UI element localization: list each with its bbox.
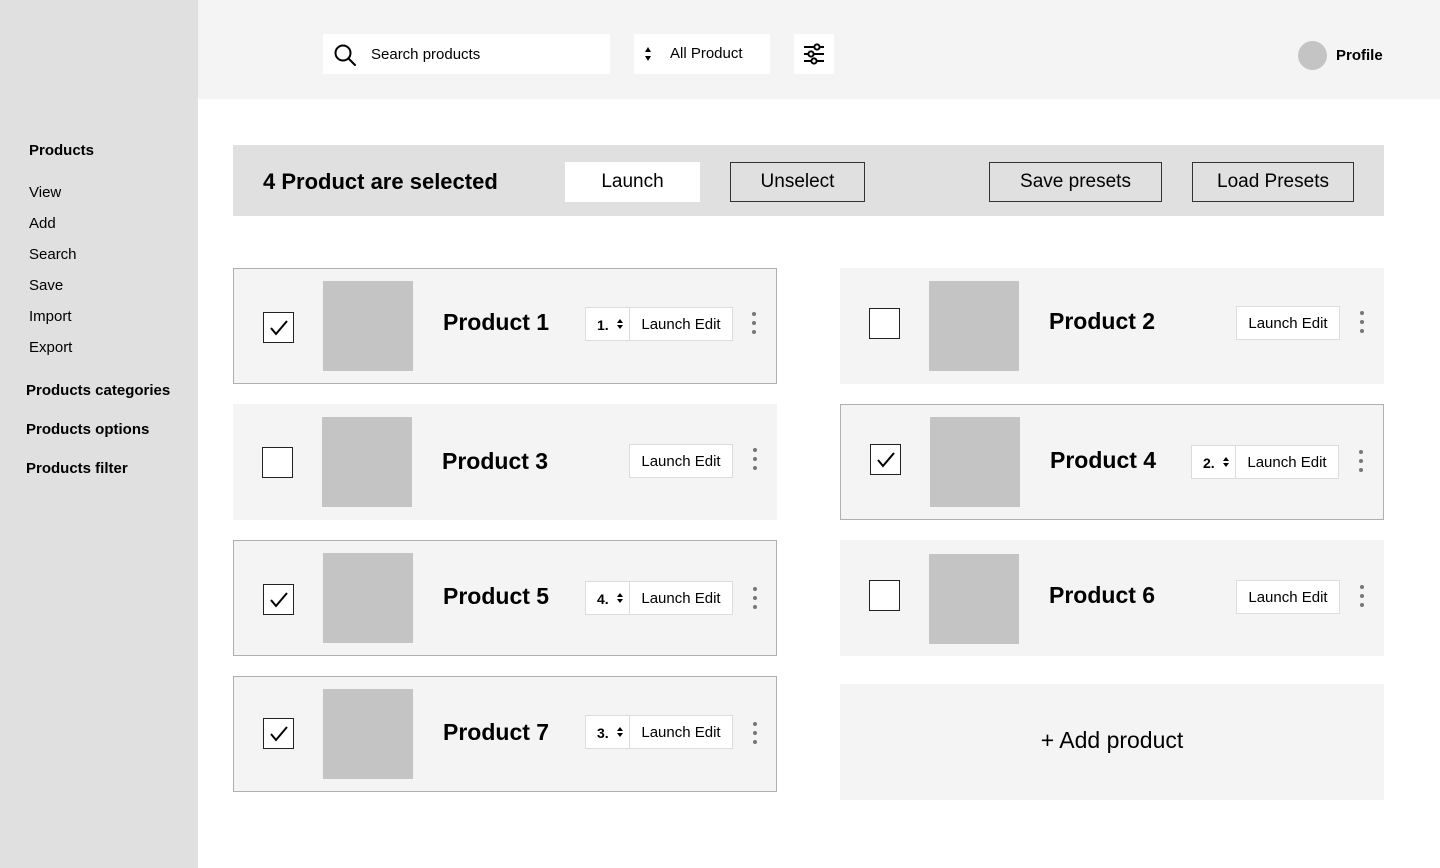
- launch-edit-button[interactable]: Launch Edit: [629, 444, 733, 478]
- unselect-button[interactable]: Unselect: [730, 162, 865, 202]
- stepper-arrows-icon: [1223, 457, 1229, 467]
- sidebar-section-products-filter[interactable]: Products filter: [26, 460, 128, 477]
- more-options-icon[interactable]: [1354, 582, 1370, 612]
- sidebar-item-save[interactable]: Save: [29, 277, 63, 294]
- launch-edit-button[interactable]: Launch Edit: [629, 581, 733, 615]
- product-thumbnail: [929, 554, 1019, 644]
- product-name: Product 6: [1049, 582, 1156, 608]
- launch-button[interactable]: Launch: [565, 162, 700, 202]
- product-thumbnail: [323, 689, 413, 779]
- product-filter-select[interactable]: All Product: [634, 34, 770, 74]
- product-checkbox[interactable]: [262, 447, 293, 478]
- filter-settings-button[interactable]: [794, 34, 834, 74]
- launch-edit-button[interactable]: Launch Edit: [1236, 580, 1340, 614]
- product-name: Product 5: [443, 583, 550, 609]
- sidebar-item-search[interactable]: Search: [29, 246, 77, 263]
- order-number: 4.: [597, 591, 609, 607]
- sidebar-item-add[interactable]: Add: [29, 215, 56, 232]
- product-checkbox[interactable]: [263, 312, 294, 343]
- profile-menu[interactable]: Profile: [1298, 40, 1383, 70]
- more-options-icon[interactable]: [747, 584, 763, 614]
- product-name: Product 2: [1049, 308, 1156, 334]
- product-thumbnail: [322, 417, 412, 507]
- product-thumbnail: [930, 417, 1020, 507]
- more-options-icon[interactable]: [747, 445, 763, 475]
- product-card: Product 7 3. Launch Edit: [233, 676, 777, 792]
- order-number: 2.: [1203, 455, 1215, 471]
- product-thumbnail: [323, 553, 413, 643]
- search-box[interactable]: [323, 34, 610, 74]
- profile-label: Profile: [1336, 46, 1383, 64]
- product-checkbox[interactable]: [263, 584, 294, 615]
- add-product-label: + Add product: [1040, 727, 1184, 753]
- launch-edit-button[interactable]: Launch Edit: [629, 715, 733, 749]
- launch-edit-button[interactable]: Launch Edit: [629, 307, 733, 341]
- sidebar-item-export[interactable]: Export: [29, 339, 72, 356]
- product-card: Product 4 2. Launch Edit: [840, 404, 1384, 520]
- selection-count-text: 4 Product are selected: [263, 169, 498, 194]
- product-checkbox[interactable]: [263, 718, 294, 749]
- select-value: All Product: [670, 45, 743, 62]
- sidebar-item-import[interactable]: Import: [29, 308, 72, 325]
- checkmark-icon: [270, 726, 288, 742]
- launch-edit-button[interactable]: Launch Edit: [1235, 445, 1339, 479]
- stepper-arrows-icon: [617, 319, 623, 329]
- checkmark-icon: [877, 452, 895, 468]
- load-presets-button[interactable]: Load Presets: [1192, 162, 1354, 202]
- order-number: 3.: [597, 725, 609, 741]
- search-icon: [334, 44, 356, 66]
- sidebar-item-view[interactable]: View: [29, 184, 61, 201]
- product-checkbox[interactable]: [870, 444, 901, 475]
- selection-bar: 4 Product are selected Launch Unselect S…: [233, 145, 1384, 216]
- checkmark-icon: [270, 320, 288, 336]
- product-card: Product 2 Launch Edit: [840, 268, 1384, 384]
- product-card: Product 1 1. Launch Edit: [233, 268, 777, 384]
- more-options-icon[interactable]: [1354, 308, 1370, 338]
- stepper-arrows-icon: [617, 593, 623, 603]
- order-stepper[interactable]: 4.: [585, 581, 630, 615]
- sidebar-section-products[interactable]: Products: [29, 142, 94, 159]
- avatar: [1298, 40, 1327, 70]
- more-options-icon[interactable]: [746, 309, 762, 339]
- sidebar: Products View Add Search Save Import Exp…: [0, 0, 198, 868]
- order-stepper[interactable]: 1.: [585, 307, 630, 341]
- sliders-icon: [804, 43, 824, 65]
- sort-arrows-icon: [645, 47, 651, 61]
- product-card: Product 6 Launch Edit: [840, 540, 1384, 656]
- launch-edit-button[interactable]: Launch Edit: [1236, 306, 1340, 340]
- product-name: Product 3: [442, 448, 549, 474]
- product-name: Product 1: [443, 309, 550, 335]
- product-thumbnail: [929, 281, 1019, 371]
- product-checkbox[interactable]: [869, 580, 900, 611]
- order-stepper[interactable]: 2.: [1191, 445, 1236, 479]
- add-product-button[interactable]: + Add product: [840, 684, 1384, 800]
- product-name: Product 7: [443, 719, 550, 745]
- product-checkbox[interactable]: [869, 308, 900, 339]
- stepper-arrows-icon: [617, 727, 623, 737]
- sidebar-section-products-categories[interactable]: Products categories: [26, 382, 170, 399]
- product-card: Product 3 Launch Edit: [233, 404, 777, 520]
- product-thumbnail: [323, 281, 413, 371]
- product-name: Product 4: [1050, 447, 1157, 473]
- save-presets-button[interactable]: Save presets: [989, 162, 1162, 202]
- more-options-icon[interactable]: [1353, 447, 1369, 477]
- sidebar-section-products-options[interactable]: Products options: [26, 421, 149, 438]
- search-input[interactable]: [371, 34, 601, 74]
- checkmark-icon: [270, 592, 288, 608]
- order-stepper[interactable]: 3.: [585, 715, 630, 749]
- more-options-icon[interactable]: [747, 719, 763, 749]
- topbar: All Product Profile: [198, 0, 1440, 99]
- order-number: 1.: [597, 317, 609, 333]
- product-card: Product 5 4. Launch Edit: [233, 540, 777, 656]
